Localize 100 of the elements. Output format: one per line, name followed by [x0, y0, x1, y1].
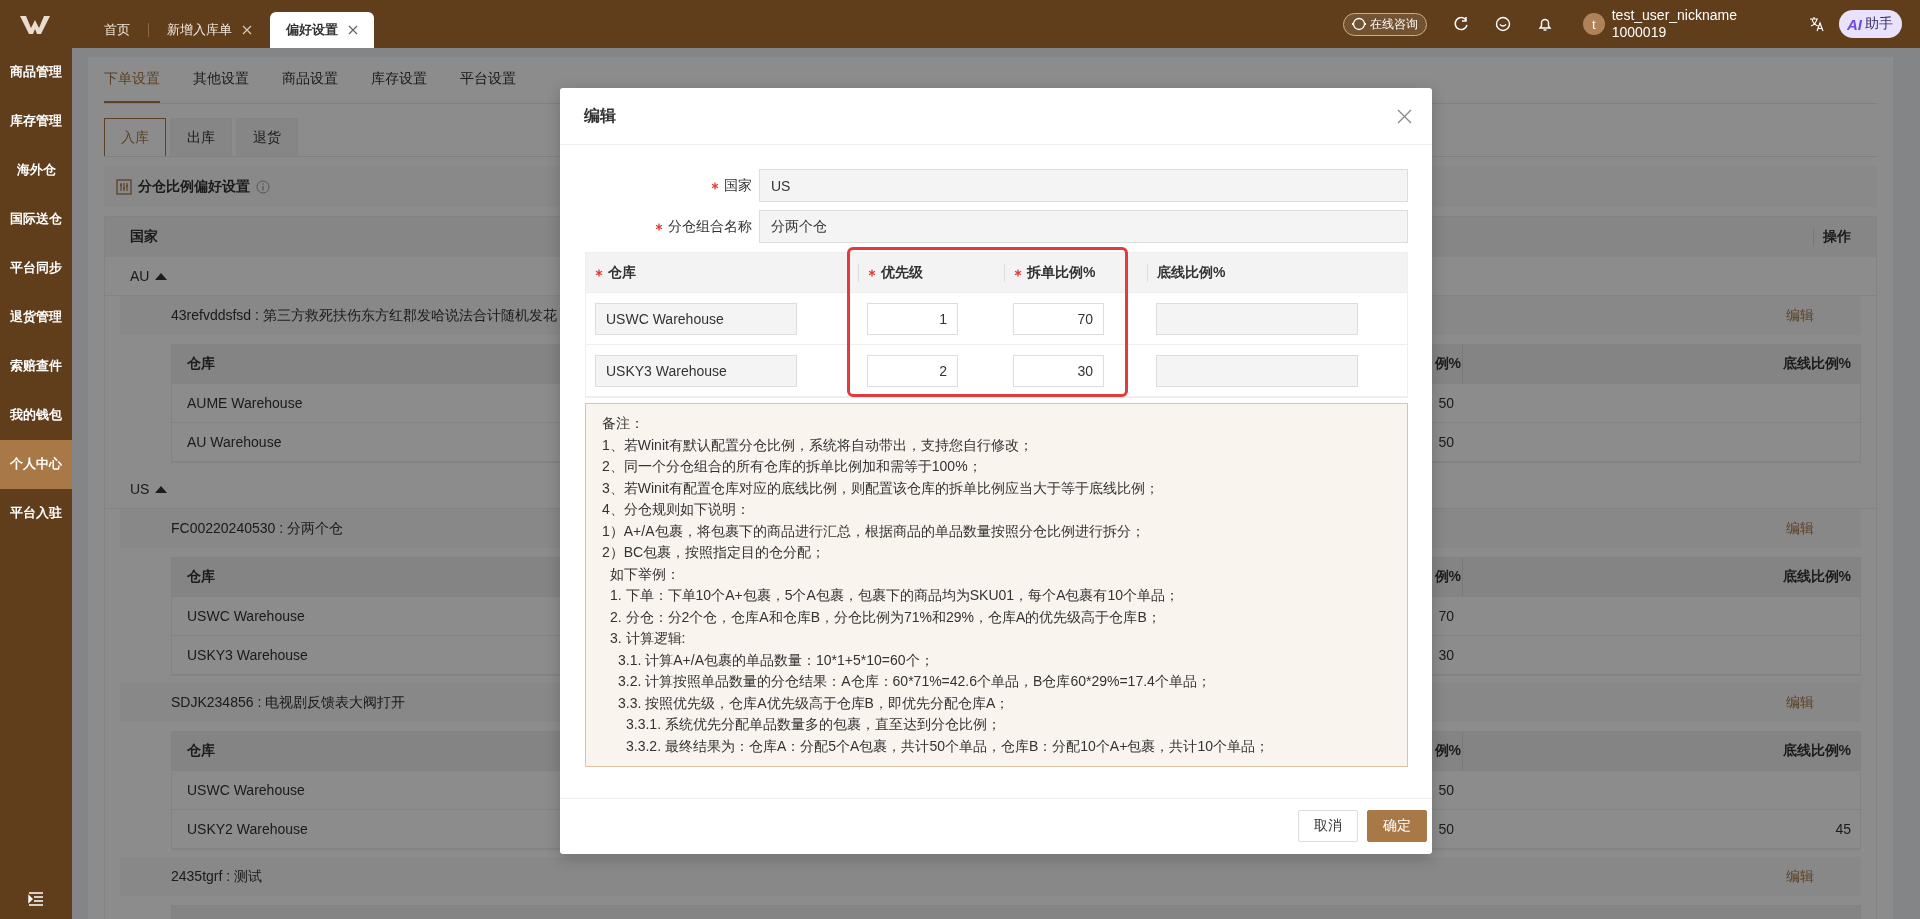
country-name: AU — [130, 268, 150, 284]
table-cell: USWC Warehouse — [187, 608, 305, 624]
column-header: 例% — [1434, 742, 1461, 760]
section-title: 分仓比例偏好设置 — [138, 177, 250, 196]
note-line: 4、分仓规则如下说明： — [602, 500, 751, 519]
table-cell: USKY2 Warehouse — [187, 821, 308, 837]
group-title: 2435tgrf : 测试 — [171, 867, 263, 886]
caret-icon[interactable] — [155, 271, 168, 281]
note-line: 1. 下单：下单10个A+包裹，5个A包裹，包裹下的商品均为SKU01，每个A包裹有10个单品； — [610, 586, 1181, 605]
column-header: 仓库 — [608, 263, 636, 282]
table-cell: 50 — [1438, 821, 1454, 837]
assistant-button[interactable]: AI 助手 — [1839, 10, 1902, 38]
country-name: US — [130, 481, 150, 497]
collapse-menu-icon[interactable] — [28, 891, 44, 907]
group-title: 43refvddsfsd : 第三方救死扶伤东方红郡发哈说法合计随机发花 — [171, 306, 557, 325]
table-cell: 30 — [1438, 647, 1454, 663]
table-cell: 50 — [1438, 395, 1454, 411]
note-line: 3.3. 按照优先级，仓库A优先级高于仓库B，即优先分配仓库A； — [618, 693, 1011, 713]
table-cell: 45 — [1835, 821, 1851, 837]
column-header: 例% — [1434, 355, 1461, 373]
column-header: 仓库 — [187, 568, 215, 586]
input-field[interactable]: 分两个仓 — [759, 210, 1408, 243]
menu-item[interactable]: 海外仓 — [0, 146, 72, 195]
page-tab[interactable]: 新增入库单 — [151, 12, 268, 48]
table-cell: 50 — [1438, 782, 1454, 798]
note-line: 2）BC包裹，按照指定目的仓分配； — [602, 543, 827, 562]
input-field[interactable]: 1 — [867, 302, 958, 335]
menu-item[interactable]: 退货管理 — [0, 293, 72, 342]
sliders-icon — [116, 178, 132, 195]
note-line: 1）A+/A包裹，将包裹下的商品进行汇总，根据商品的单品数量按照分仓比例进行拆分； — [602, 521, 1146, 541]
close-icon[interactable] — [348, 25, 358, 35]
input-field[interactable]: USWC Warehouse — [595, 302, 797, 335]
column-header: 操作 — [1823, 228, 1851, 246]
note-line: 3.1. 计算A+/A包裹的单品数量：10*1+5*10=60个； — [618, 650, 935, 670]
input-field[interactable]: USKY3 Warehouse — [595, 354, 797, 387]
group-title: SDJK234856 : 电视剧反馈表大阀打开 — [171, 693, 406, 712]
column-header: 拆单比例% — [1027, 263, 1096, 282]
table-cell: USKY3 Warehouse — [187, 647, 308, 663]
direction-tab[interactable]: 退货 — [236, 118, 298, 156]
field-label: 分仓组合名称 — [668, 217, 752, 236]
column-header: 底线比例% — [1157, 263, 1226, 282]
input-field[interactable]: 2 — [867, 354, 958, 387]
table-cell: AUME Warehouse — [187, 395, 303, 411]
note-line: 3.3.2. 最终结果为：仓库A：分配5个A包裹，共计50个单品，仓库B：分配10个A+包裹，共计10个单品； — [626, 736, 1270, 756]
column-header: 底线比例% — [1782, 355, 1851, 373]
settings-tab[interactable]: 库存设置 — [371, 57, 427, 103]
menu-item[interactable]: 索赔查件 — [0, 342, 72, 391]
consult-button[interactable]: 在线咨询 — [1342, 12, 1427, 36]
smiley-icon[interactable] — [1494, 16, 1511, 32]
direction-tab[interactable]: 出库 — [170, 118, 232, 156]
user-name: test_user_nickname — [1611, 7, 1737, 24]
group-title: FC00220240530 : 分两个仓 — [171, 519, 343, 538]
headset-icon — [1351, 17, 1366, 31]
input-field[interactable] — [1156, 354, 1358, 387]
menu-item[interactable]: 库存管理 — [0, 97, 72, 146]
menu-item[interactable]: 商品管理 — [0, 48, 72, 97]
column-header: 仓库 — [187, 355, 215, 373]
settings-tab[interactable]: 商品设置 — [282, 57, 338, 103]
column-header: 底线比例% — [1782, 568, 1851, 586]
dialog-title: 编辑 — [584, 105, 616, 126]
column-header: 优先级 — [881, 263, 923, 282]
note-line: 3、若Winit有配置仓库对应的底线比例，则配置该仓库的拆单比例应当大于等于底线比例； — [602, 478, 1160, 498]
table-cell: 70 — [1438, 608, 1454, 624]
field-label: 国家 — [724, 176, 752, 195]
menu-item[interactable]: 个人中心 — [0, 440, 72, 489]
bell-icon[interactable] — [1536, 16, 1553, 32]
translate-icon[interactable] — [1809, 16, 1825, 32]
refresh-icon[interactable] — [1452, 16, 1469, 32]
note-line: 如下举例： — [610, 564, 681, 584]
close-icon[interactable] — [1397, 108, 1412, 124]
menu-item[interactable]: 国际送仓 — [0, 195, 72, 244]
settings-tab[interactable]: 其他设置 — [193, 57, 249, 103]
note-line: 3.3.1. 系统优先分配单品数量多的包裹，直至达到分仓比例； — [626, 715, 1002, 734]
note-line: 2、同一个分仓组合的所有仓库的拆单比例加和需等于100%； — [602, 457, 983, 476]
column-header: 例% — [1434, 568, 1461, 586]
table-cell: AU Warehouse — [187, 434, 282, 450]
column-header: 底线比例% — [1782, 742, 1851, 760]
caret-icon[interactable] — [155, 484, 168, 494]
column-header: 仓库 — [187, 742, 215, 760]
settings-tab[interactable]: 平台设置 — [460, 57, 516, 103]
column-header: 国家 — [130, 228, 158, 244]
input-field[interactable] — [1156, 302, 1358, 335]
note-line: 1、若Winit有默认配置分仓比例，系统将自动带出，支持您自行修改； — [602, 435, 1034, 455]
user-id: 1000019 — [1611, 24, 1668, 41]
note-line: 备注： — [602, 414, 645, 433]
note-line: 3. 计算逻辑: — [610, 629, 687, 648]
note-line: 2. 分仓：分2个仓，仓库A和仓库B，分仓比例为71%和29%，仓库A的优先级高于仓库B； — [610, 607, 1162, 627]
dialog-button[interactable]: 确定 — [1367, 810, 1427, 842]
input-field[interactable]: 70 — [1013, 302, 1104, 335]
menu-item[interactable]: 平台入驻 — [0, 489, 72, 538]
table-cell: 50 — [1438, 434, 1454, 450]
menu-item[interactable]: 我的钱包 — [0, 391, 72, 440]
page-tab[interactable]: 首页 — [88, 12, 146, 48]
input-field[interactable]: 30 — [1013, 354, 1104, 387]
page-tab[interactable]: 偏好设置 — [270, 12, 374, 48]
dialog-button[interactable]: 取消 — [1298, 810, 1358, 842]
table-cell: USWC Warehouse — [187, 782, 305, 798]
note-line: 3.2. 计算按照单品数量的分仓结果：A仓库：60*71%=42.6个单品，B仓库60*29%=17.4个单品； — [618, 672, 1212, 691]
menu-item[interactable]: 平台同步 — [0, 244, 72, 293]
input-field[interactable]: US — [759, 169, 1408, 202]
